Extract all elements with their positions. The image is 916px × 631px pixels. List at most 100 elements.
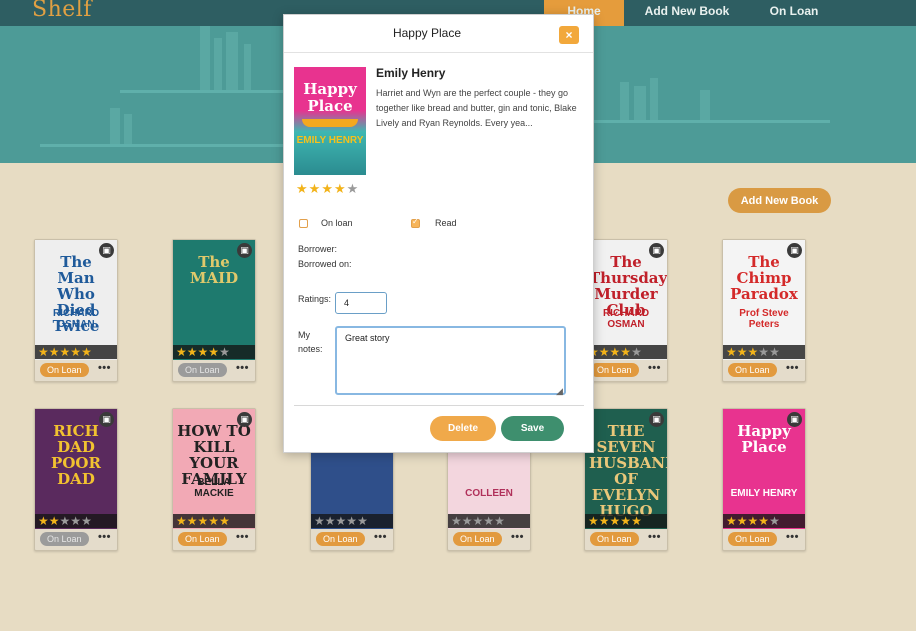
book-cover[interactable]: The MAID ▣ ★★★★★ xyxy=(173,240,255,360)
star-icon: ★ xyxy=(747,514,759,528)
star-icon[interactable]: ★ xyxy=(296,181,309,196)
on-loan-badge[interactable]: On Loan xyxy=(40,532,89,546)
more-options-icon[interactable]: ••• xyxy=(648,531,661,543)
logo[interactable]: Shelf xyxy=(32,0,92,22)
star-icon[interactable]: ★ xyxy=(347,181,360,196)
star-icon[interactable]: ★ xyxy=(334,181,347,196)
book-cover[interactable]: RICH DAD POOR DAD ▣ ★★★★★ xyxy=(35,409,117,529)
on-loan-badge[interactable]: On Loan xyxy=(178,363,227,377)
more-options-icon[interactable]: ••• xyxy=(98,531,111,543)
star-icon: ★ xyxy=(208,514,220,528)
book-card[interactable]: HOW TO KILL YOUR FAMILY BELLA MACKIE ▣ ★★★★… xyxy=(172,408,256,551)
book-card-footer: On Loan ••• xyxy=(448,530,530,550)
on-loan-checkbox[interactable] xyxy=(299,219,308,228)
modal-rating-stars[interactable]: ★★★★★ xyxy=(296,181,359,197)
rating-input[interactable] xyxy=(335,292,387,314)
book-card-footer: On Loan ••• xyxy=(311,530,393,550)
save-button[interactable]: Save xyxy=(501,416,564,441)
delete-button[interactable]: Delete xyxy=(430,416,496,441)
book-badge-icon: ▣ xyxy=(649,412,664,427)
book-cover[interactable]: HOW TO KILL YOUR FAMILY BELLA MACKIE ▣ ★★★★… xyxy=(173,409,255,529)
book-detail-modal: Happy Place × Happy Place EMILY HENRY Em… xyxy=(283,14,594,453)
borrower-label: Borrower: xyxy=(298,244,338,254)
more-options-icon[interactable]: ••• xyxy=(236,531,249,543)
on-loan-badge[interactable]: On Loan xyxy=(590,532,639,546)
star-icon: ★ xyxy=(726,345,737,359)
book-card[interactable]: The MAID ▣ ★★★★★ On Loan ••• xyxy=(172,239,256,382)
book-badge-icon: ▣ xyxy=(99,243,114,258)
star-icon: ★ xyxy=(197,345,209,359)
book-card[interactable]: Happy Place EMILY HENRY ▣ ★★★★★ On Loan ••• xyxy=(722,408,806,551)
star-icon: ★ xyxy=(186,345,198,359)
book-card-footer: On Loan ••• xyxy=(173,361,255,381)
ratings-label: Ratings: xyxy=(298,294,332,304)
star-icon: ★ xyxy=(357,514,368,528)
read-checkbox[interactable] xyxy=(411,217,420,228)
notes-textarea[interactable] xyxy=(335,326,566,395)
on-loan-badge[interactable]: On Loan xyxy=(316,532,365,546)
star-icon: ★ xyxy=(81,514,92,528)
star-icon[interactable]: ★ xyxy=(321,181,334,196)
more-options-icon[interactable]: ••• xyxy=(786,531,799,543)
book-rating-stars: ★★★★★ xyxy=(35,514,117,528)
on-loan-badge[interactable]: On Loan xyxy=(40,363,89,377)
book-card[interactable]: The Thursday Murder Club RICHARD OSMAN ▣ ★★… xyxy=(584,239,668,382)
more-options-icon[interactable]: ••• xyxy=(511,531,524,543)
more-options-icon[interactable]: ••• xyxy=(786,362,799,374)
book-cover-title: RICH DAD POOR DAD xyxy=(51,422,101,488)
book-card[interactable]: RICH DAD POOR DAD ▣ ★★★★★ On Loan ••• xyxy=(34,408,118,551)
star-icon: ★ xyxy=(620,514,632,528)
book-cover-author: RICHARD OSMAN xyxy=(602,308,650,330)
modal-cover-title: Happy Place xyxy=(303,80,357,115)
book-card-footer: On Loan ••• xyxy=(35,530,117,550)
book-badge-icon: ▣ xyxy=(99,412,114,427)
star-icon: ★ xyxy=(736,345,748,359)
book-cover[interactable]: THE SEVEN HUSBANDS OF EVELYN HUGO▣★★★★★ xyxy=(585,409,667,529)
hero-book xyxy=(110,108,120,144)
on-loan-badge[interactable]: On Loan xyxy=(178,532,227,546)
more-options-icon[interactable]: ••• xyxy=(374,531,387,543)
close-button[interactable]: × xyxy=(559,26,579,44)
modal-divider xyxy=(294,405,584,406)
star-icon: ★ xyxy=(176,345,187,359)
book-rating-stars: ★★★★★ xyxy=(173,514,255,528)
modal-cover-author: EMILY HENRY xyxy=(296,135,364,146)
book-cover[interactable]: The Chimp Paradox Prof Steve Peters ▣ ★★★★★ xyxy=(723,240,805,360)
nav-add-book-link[interactable]: Add New Book xyxy=(624,0,750,26)
star-icon: ★ xyxy=(59,345,71,359)
book-card-footer: On Loan ••• xyxy=(723,361,805,381)
star-icon: ★ xyxy=(219,345,230,359)
book-cover[interactable]: The Man Who Died Twice RICHARD OSMAN ▣ ★★★★… xyxy=(35,240,117,360)
star-icon: ★ xyxy=(620,345,632,359)
more-options-icon[interactable]: ••• xyxy=(98,362,111,374)
on-loan-badge[interactable]: On Loan xyxy=(453,532,502,546)
add-new-book-button[interactable]: Add New Book xyxy=(728,188,831,213)
resize-grip-icon[interactable]: ◢ xyxy=(556,386,563,397)
star-icon: ★ xyxy=(461,514,473,528)
book-cover-title: Happy Place xyxy=(737,422,791,456)
star-icon: ★ xyxy=(70,514,82,528)
book-card[interactable]: THE SEVEN HUSBANDS OF EVELYN HUGO▣★★★★★O… xyxy=(584,408,668,551)
star-icon: ★ xyxy=(758,514,770,528)
more-options-icon[interactable]: ••• xyxy=(648,362,661,374)
star-icon[interactable]: ★ xyxy=(309,181,322,196)
star-icon: ★ xyxy=(335,514,347,528)
more-options-icon[interactable]: ••• xyxy=(236,362,249,374)
book-cover-title: The MAID xyxy=(189,253,239,287)
book-card[interactable]: The Chimp Paradox Prof Steve Peters ▣ ★★★★★… xyxy=(722,239,806,382)
book-cover-author: BELLA MACKIE xyxy=(194,477,234,499)
nav-on-loan-link[interactable]: On Loan xyxy=(750,0,838,26)
modal-header: Happy Place × xyxy=(284,15,593,53)
book-rating-stars: ★★★★★ xyxy=(585,514,667,528)
book-cover[interactable]: The Thursday Murder Club RICHARD OSMAN ▣ ★★… xyxy=(585,240,667,360)
on-loan-badge[interactable]: On Loan xyxy=(728,532,777,546)
on-loan-badge[interactable]: On Loan xyxy=(728,363,777,377)
book-card[interactable]: The Man Who Died Twice RICHARD OSMAN ▣ ★★★★… xyxy=(34,239,118,382)
book-badge-icon: ▣ xyxy=(787,243,802,258)
star-icon: ★ xyxy=(81,345,92,359)
star-icon: ★ xyxy=(472,514,484,528)
on-loan-badge[interactable]: On Loan xyxy=(590,363,639,377)
book-cover[interactable]: Happy Place EMILY HENRY ▣ ★★★★★ xyxy=(723,409,805,529)
star-icon: ★ xyxy=(736,514,748,528)
star-icon: ★ xyxy=(726,514,737,528)
